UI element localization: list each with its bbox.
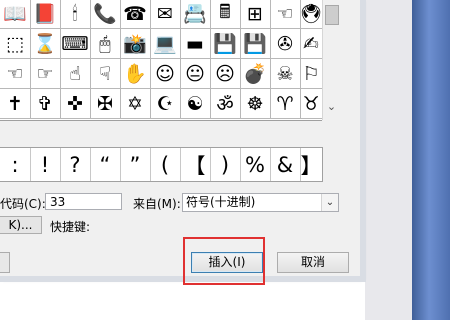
symbol-cell[interactable]: ☟	[90, 59, 121, 89]
charcode-input[interactable]: 33	[45, 193, 122, 210]
symbol-cell[interactable]: ♉	[300, 89, 323, 119]
recent-symbol-cell[interactable]: ”	[120, 148, 151, 181]
symbol-cell[interactable]: ✡	[120, 89, 151, 119]
symbol-cell[interactable]: ♈	[270, 89, 301, 119]
window-frame	[360, 0, 366, 282]
shortcut-label: 快捷键:	[50, 220, 91, 234]
recent-symbol-cell[interactable]: %	[240, 148, 271, 181]
symbol-grid-row: 📖 📕 🕯 📞 ☎ ✉ 📇 🖩 ⊞ ☜ 🖲	[0, 0, 323, 29]
highlight-annotation	[183, 237, 265, 285]
symbol-cell[interactable]: ⌛	[30, 29, 61, 59]
charcode-label: 代码(C):	[0, 197, 46, 211]
scroll-down-arrow-icon[interactable]: ⌄	[325, 100, 338, 114]
symbol-cell[interactable]: ☹	[210, 59, 241, 89]
symbol-cell[interactable]: 💣	[240, 59, 271, 89]
from-select-value: 符号(十进制)	[186, 195, 256, 209]
symbol-cell[interactable]: 🖩	[210, 0, 241, 29]
from-select[interactable]: 符号(十进制) ⌄	[182, 193, 339, 212]
recent-symbol-cell[interactable]: “	[90, 148, 121, 181]
recent-symbols-row: : ! ? “ ” ( 【 ) % & 】	[0, 147, 323, 182]
symbol-cell[interactable]: ⬚	[0, 29, 31, 59]
shortcut-key-button[interactable]: K)...	[0, 216, 42, 234]
symbol-dialog: 📖 📕 🕯 📞 ☎ ✉ 📇 🖩 ⊞ ☜ 🖲 ⬚ ⌛ ⌨ 🖱 📸 💻 ▬ 💾 💾 …	[0, 0, 361, 277]
chevron-down-icon[interactable]: ⌄	[321, 194, 338, 211]
recent-symbol-cell[interactable]: &	[270, 148, 301, 181]
symbol-cell[interactable]: 💾	[210, 29, 241, 59]
recent-symbol-cell[interactable]: !	[30, 148, 61, 181]
symbol-grid-row: ✝ ✞ ✜ ✠ ✡ ☪ ☯ ॐ ☸ ♈ ♉	[0, 89, 323, 119]
symbol-cell[interactable]: ✍	[300, 29, 323, 59]
symbol-cell[interactable]: ☠	[270, 59, 301, 89]
recent-symbol-cell[interactable]: (	[150, 148, 181, 181]
symbol-cell[interactable]: ⌨	[60, 29, 91, 59]
from-label: 来自(M):	[133, 197, 181, 211]
symbol-cell[interactable]: ☯	[180, 89, 211, 119]
recent-symbol-cell[interactable]: :	[0, 148, 31, 181]
taskbar-edge	[412, 0, 450, 320]
symbol-cell[interactable]: 📇	[180, 0, 211, 29]
symbol-cell[interactable]: ✠	[90, 89, 121, 119]
symbol-cell[interactable]: 🖱	[90, 29, 121, 59]
symbol-cell[interactable]: ॐ	[210, 89, 241, 119]
symbol-cell[interactable]: 🕯	[60, 0, 91, 29]
symbol-grid-row: ⬚ ⌛ ⌨ 🖱 📸 💻 ▬ 💾 💾 ✇ ✍	[0, 29, 323, 59]
symbol-cell[interactable]: ☜	[270, 0, 301, 29]
symbol-cell[interactable]: ☪	[150, 89, 181, 119]
symbol-cell[interactable]: ✜	[60, 89, 91, 119]
symbol-cell[interactable]: 📞	[90, 0, 121, 29]
symbol-grid-row: ☜ ☞ ☝ ☟ ✋ ☺ 😐 ☹ 💣 ☠ ⚐	[0, 59, 323, 89]
symbol-cell[interactable]: 📕	[30, 0, 61, 29]
symbol-cell[interactable]: ☎	[120, 0, 151, 29]
partial-button[interactable]	[0, 252, 10, 273]
symbol-cell[interactable]: ✝	[0, 89, 31, 119]
recent-symbol-cell[interactable]: 【	[180, 148, 211, 181]
symbol-cell[interactable]: ☺	[150, 59, 181, 89]
symbol-cell[interactable]: ✇	[270, 29, 301, 59]
grid-scrollbar[interactable]: ⌄	[322, 0, 340, 120]
symbol-cell[interactable]: 😐	[180, 59, 211, 89]
symbol-cell[interactable]: ☸	[240, 89, 271, 119]
symbol-cell[interactable]: ⚐	[300, 59, 323, 89]
cancel-button[interactable]: 取消	[277, 252, 349, 273]
symbol-cell[interactable]: 📸	[120, 29, 151, 59]
recent-symbol-cell[interactable]: )	[210, 148, 241, 181]
symbol-cell[interactable]: ▬	[180, 29, 211, 59]
symbol-cell[interactable]: ☜	[0, 59, 31, 89]
scroll-thumb[interactable]	[325, 5, 339, 25]
symbol-cell[interactable]: 💻	[150, 29, 181, 59]
symbol-cell[interactable]: 📖	[0, 0, 31, 29]
recent-symbol-cell[interactable]: ?	[60, 148, 91, 181]
symbol-cell[interactable]: ⊞	[240, 0, 271, 29]
symbol-cell[interactable]: ✋	[120, 59, 151, 89]
symbol-grid: 📖 📕 🕯 📞 ☎ ✉ 📇 🖩 ⊞ ☜ 🖲 ⬚ ⌛ ⌨ 🖱 📸 💻 ▬ 💾 💾 …	[0, 0, 323, 121]
symbol-cell[interactable]: ☝	[60, 59, 91, 89]
symbol-cell[interactable]: ✉	[150, 0, 181, 29]
symbol-cell[interactable]: ☞	[30, 59, 61, 89]
recent-symbol-cell[interactable]: 】	[300, 148, 322, 181]
symbol-cell[interactable]: 🖲	[299, 0, 323, 29]
symbol-cell[interactable]: ✞	[30, 89, 61, 119]
symbol-cell[interactable]: 💾	[240, 29, 271, 59]
